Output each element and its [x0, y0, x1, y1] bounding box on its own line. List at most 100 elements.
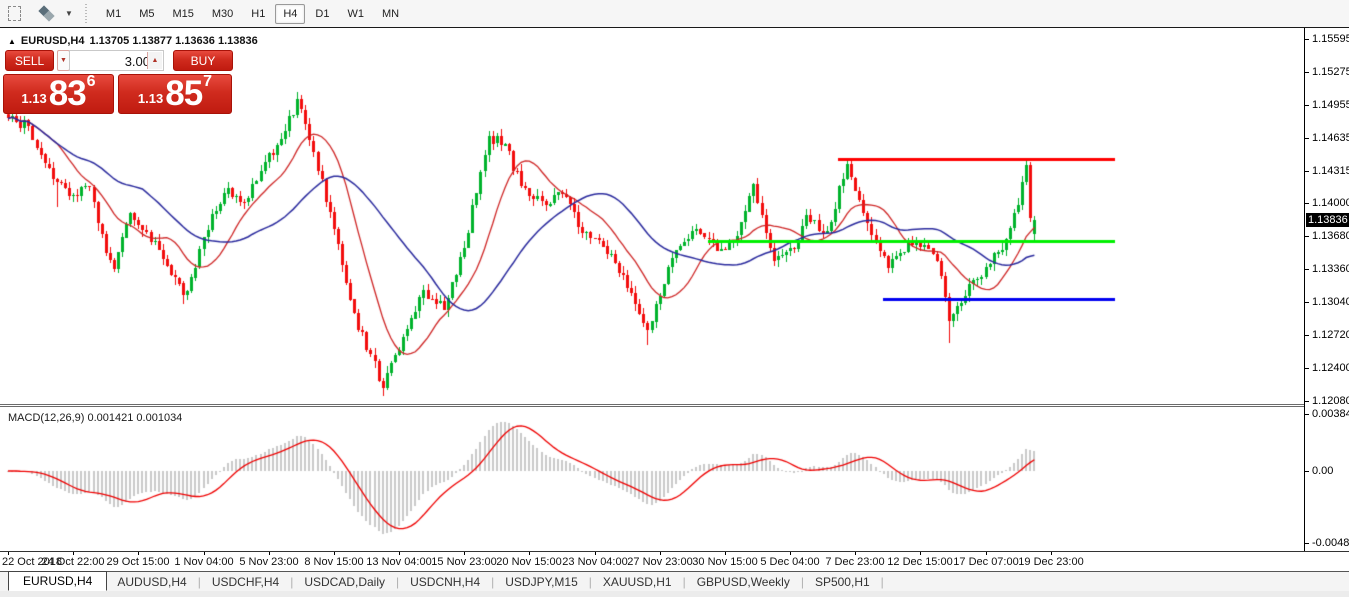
chart-tab-xauusd[interactable]: XAUUSD,H1	[593, 573, 682, 591]
timeframe-button-m30[interactable]: M30	[204, 4, 241, 24]
timeframe-button-w1[interactable]: W1	[339, 4, 372, 24]
timeframe-button-d1[interactable]: D1	[307, 4, 337, 24]
volume-field: ▲	[69, 50, 164, 71]
sell-button[interactable]: SELL	[5, 50, 54, 71]
sell-price-pip: 6	[86, 73, 96, 90]
timeframe-button-h4[interactable]: H4	[275, 3, 306, 24]
time-tick-mark	[204, 552, 205, 555]
price-axis[interactable]: 1.15595 1.15275 1.14955 1.14635 1.14315 1.140…	[1304, 28, 1349, 551]
sell-price-display[interactable]: 1.13 83 6	[3, 73, 114, 114]
macd-tick-mark	[1305, 471, 1309, 472]
timeframe-toolbar: M1 M5 M15 M30 H1 H4 D1 W1 MN	[98, 3, 407, 24]
time-tick-label: 1 Nov 04:00	[174, 556, 234, 568]
caret-up-icon: ▲	[151, 57, 159, 64]
arrange-charts-button[interactable]	[36, 3, 62, 25]
caret-down-icon[interactable]: ▼	[65, 9, 73, 18]
macd-tick-mark	[1305, 543, 1309, 544]
price-tick-label: 1.14315	[1312, 165, 1349, 177]
time-tick-label: 19 Dec 23:00	[1018, 556, 1084, 568]
time-tick-mark	[399, 552, 400, 555]
price-tick-mark	[1305, 368, 1309, 369]
time-tick-mark	[986, 552, 987, 555]
time-tick-mark	[595, 552, 596, 555]
time-tick-label: 5 Nov 23:00	[239, 556, 299, 568]
price-tick-label: 1.13040	[1312, 296, 1349, 308]
buy-price-big: 85	[165, 74, 203, 114]
chart-tab-usdcad[interactable]: USDCAD,Daily	[294, 573, 395, 591]
buy-price-display[interactable]: 1.13 85 7	[118, 73, 232, 114]
time-tick-label: 20 Nov 15:00	[496, 556, 562, 568]
time-tick-mark	[8, 552, 9, 555]
price-tick-label: 1.14000	[1312, 197, 1349, 209]
macd-indicator-canvas[interactable]	[0, 407, 1304, 551]
timeframe-button-h1[interactable]: H1	[243, 4, 273, 24]
status-strip	[0, 591, 1349, 597]
chart-tab-sp500[interactable]: SP500,H1	[805, 573, 880, 591]
time-tick-label: 7 Dec 23:00	[825, 556, 885, 568]
time-tick-mark	[660, 552, 661, 555]
time-tick-mark	[73, 552, 74, 555]
window-outline-icon	[7, 6, 21, 21]
toolbar-grip[interactable]	[82, 3, 90, 24]
time-tick-label: 24 Oct 22:00	[41, 556, 105, 568]
current-price-badge: 1.13836	[1306, 213, 1349, 227]
chart-tab-usdcnh[interactable]: USDCNH,H4	[400, 573, 490, 591]
price-tick-label: 1.12720	[1312, 329, 1349, 341]
macd-tick-label: -0.004856	[1312, 537, 1349, 549]
volume-up-button[interactable]: ▲	[147, 52, 162, 69]
buy-button[interactable]: BUY	[173, 50, 233, 71]
time-tick-label: 23 Nov 04:00	[562, 556, 628, 568]
macd-label: MACD(12,26,9) 0.001421 0.001034	[8, 412, 182, 424]
time-axis[interactable]: 22 Oct 2018 24 Oct 22:00 29 Oct 15:00 1 Nov…	[0, 552, 1304, 571]
timeframe-button-mn[interactable]: MN	[374, 4, 407, 24]
price-tick-mark	[1305, 39, 1309, 40]
chart-tab-usdjpy[interactable]: USDJPY,M15	[495, 573, 587, 591]
macd-name: MACD(12,26,9)	[8, 412, 85, 424]
price-tick-mark	[1305, 269, 1309, 270]
price-tick-label: 1.12400	[1312, 362, 1349, 374]
macd-tick-label: 0.00	[1312, 465, 1334, 477]
price-tick-label: 1.12080	[1312, 395, 1349, 407]
time-tick-label: 15 Nov 23:00	[431, 556, 497, 568]
chart-ohlc-values: 1.13705 1.13877 1.13636 1.13836	[89, 35, 258, 47]
time-tick-mark	[790, 552, 791, 555]
chart-tab-usdchf[interactable]: USDCHF,H4	[202, 573, 289, 591]
chart-tab-audusd[interactable]: AUDUSD,H4	[107, 573, 196, 591]
time-tick-mark	[464, 552, 465, 555]
price-tick-label: 1.14635	[1312, 132, 1349, 144]
price-tick-label: 1.15595	[1312, 33, 1349, 45]
price-tick-mark	[1305, 72, 1309, 73]
time-tick-mark	[138, 552, 139, 555]
chart-window: ▲ EURUSD,H4 1.13705 1.13877 1.13636 1.13…	[0, 27, 1349, 572]
chart-tab-gbpusd[interactable]: GBPUSD,Weekly	[687, 573, 800, 591]
time-tick-mark	[725, 552, 726, 555]
sell-price-prefix: 1.13	[21, 91, 47, 106]
price-tick-mark	[1305, 302, 1309, 303]
time-tick-label: 27 Nov 23:00	[627, 556, 693, 568]
new-window-button[interactable]	[4, 3, 24, 25]
price-tick-label: 1.13360	[1312, 263, 1349, 275]
time-tick-mark	[529, 552, 530, 555]
time-tick-label: 12 Dec 15:00	[887, 556, 953, 568]
volume-input[interactable]	[72, 52, 152, 71]
macd-values: 0.001421 0.001034	[87, 412, 183, 424]
price-tick-label: 1.15275	[1312, 66, 1349, 78]
mt4-terminal: ▼ M1 M5 M15 M30 H1 H4 D1 W1 MN ▲ EURUSD,H4 1.137…	[0, 0, 1349, 597]
time-tick-mark	[920, 552, 921, 555]
price-tick-label: 1.13680	[1312, 230, 1349, 242]
timeframe-button-m5[interactable]: M5	[131, 4, 162, 24]
time-tick-mark	[1051, 552, 1052, 555]
time-tick-label: 30 Nov 15:00	[692, 556, 758, 568]
caret-down-icon: ▼	[60, 57, 67, 64]
tab-separator: |	[880, 575, 884, 589]
price-tick-label: 1.14955	[1312, 99, 1349, 111]
one-click-trading-panel: SELL ▼ ▲ BUY 1.13836 1.13857	[3, 50, 235, 116]
sell-price-big: 83	[48, 74, 87, 114]
time-tick-label: 5 Dec 04:00	[760, 556, 820, 568]
timeframe-button-m15[interactable]: M15	[164, 4, 201, 24]
time-tick-mark	[334, 552, 335, 555]
chart-tab-eurusd[interactable]: EURUSD,H4	[8, 571, 108, 591]
time-tick-mark	[855, 552, 856, 555]
triangle-up-icon: ▲	[8, 36, 16, 46]
timeframe-button-m1[interactable]: M1	[98, 4, 129, 24]
